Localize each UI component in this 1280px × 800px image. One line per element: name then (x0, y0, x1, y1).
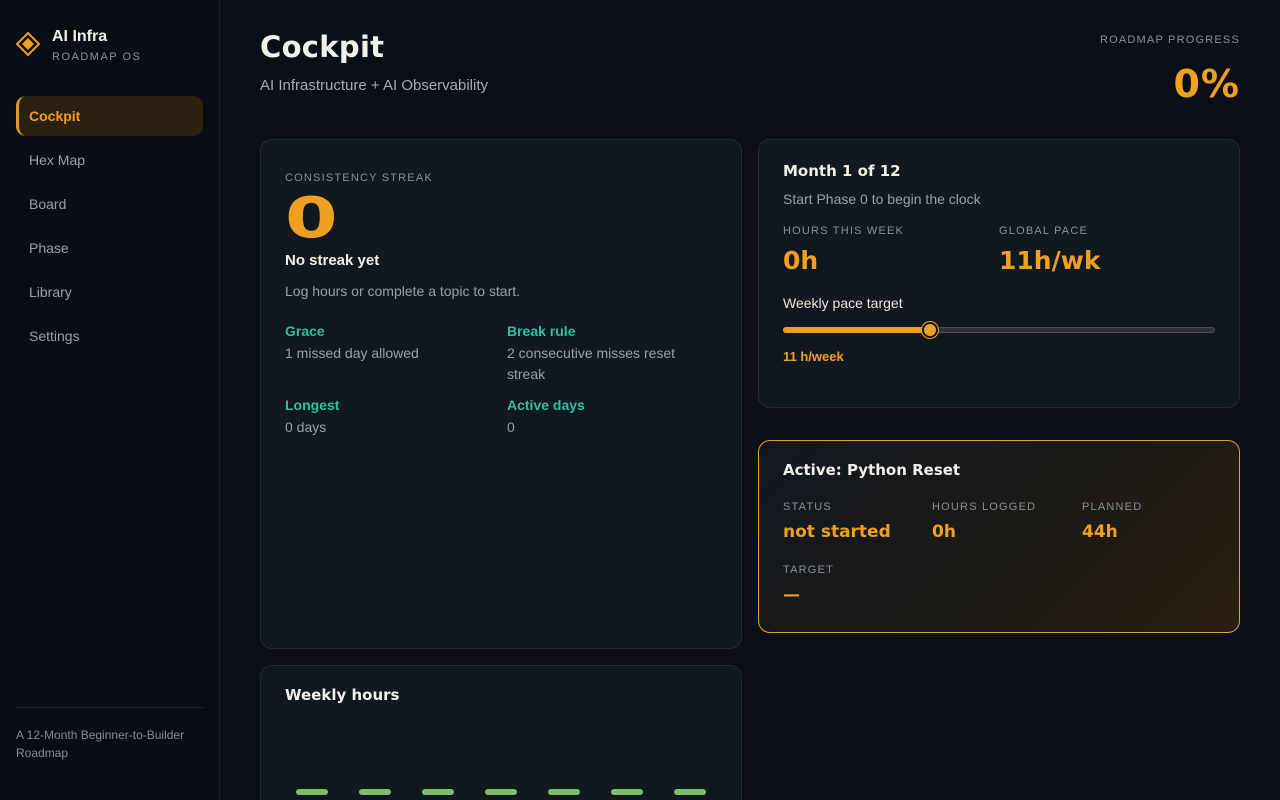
app-root: AI Infra ROADMAP OS Cockpit Hex Map Boar… (0, 0, 1280, 800)
streak-break-rule-key: Break rule (507, 323, 576, 339)
page-title: Cockpit (260, 30, 385, 64)
global-pace: GLOBAL PACE 11h/wk (999, 225, 1215, 275)
streak-description: Log hours or complete a topic to start. (285, 283, 521, 299)
active-planned-label: PLANNED (1082, 501, 1143, 513)
streak-longest-value: 0 days (285, 419, 327, 435)
streak-card: CONSISTENCY STREAK 0 No streak yet Log h… (260, 139, 742, 649)
sidebar-item-settings[interactable]: Settings (16, 316, 203, 356)
sidebar-item-cockpit[interactable]: Cockpit (16, 96, 203, 136)
streak-longest-key: Longest (285, 397, 340, 413)
streak-grace-key: Grace (285, 323, 325, 339)
diamond-logo-icon (16, 32, 40, 56)
streak-grace: Grace 1 missed day allowed (285, 323, 507, 385)
sidebar-item-hex-map[interactable]: Hex Map (16, 140, 203, 180)
slider-thumb[interactable] (921, 322, 938, 338)
streak-grace-value: 1 missed day allowed (285, 345, 419, 361)
weekly-hours-card: Weekly hours (260, 665, 742, 800)
roadmap-progress-label: ROADMAP PROGRESS (1099, 34, 1240, 46)
global-pace-label: GLOBAL PACE (999, 225, 1089, 237)
global-pace-value: 11h/wk (999, 246, 1101, 275)
weekly-hours-bars (261, 666, 741, 800)
streak-details: Grace 1 missed day allowed Break rule 2 … (285, 323, 717, 438)
weekly-pace-label: Weekly pace target (783, 295, 903, 311)
streak-break-rule-value: 2 consecutive misses reset streak (507, 345, 676, 382)
hours-this-week-label: HOURS THIS WEEK (783, 225, 905, 237)
weekly-hours-bar (674, 789, 706, 795)
month-title: Month 1 of 12 (783, 162, 901, 180)
brand: AI Infra ROADMAP OS (0, 0, 219, 63)
roadmap-progress-value: 0% (1173, 62, 1240, 106)
month-card: Month 1 of 12 Start Phase 0 to begin the… (758, 139, 1240, 408)
month-stats: HOURS THIS WEEK 0h GLOBAL PACE 11h/wk (783, 225, 1215, 275)
hours-this-week: HOURS THIS WEEK 0h (783, 225, 999, 275)
weekly-hours-bar (422, 789, 454, 795)
slider-fill (783, 327, 930, 333)
weekly-hours-bar (611, 789, 643, 795)
sidebar: AI Infra ROADMAP OS Cockpit Hex Map Boar… (0, 0, 220, 800)
active-target-value: — (783, 585, 800, 605)
streak-active-days: Active days 0 (507, 397, 717, 438)
streak-longest: Longest 0 days (285, 397, 507, 438)
hours-this-week-value: 0h (783, 246, 819, 275)
sidebar-item-library[interactable]: Library (16, 272, 203, 312)
brand-title: AI Infra (52, 28, 108, 45)
active-status-label: STATUS (783, 501, 832, 513)
active-hours-logged-value: 0h (932, 522, 956, 542)
page-subtitle: AI Infrastructure + AI Observability (260, 77, 489, 94)
active-hours-logged-label: HOURS LOGGED (932, 501, 1037, 513)
weekly-hours-bar (548, 789, 580, 795)
streak-title: No streak yet (285, 252, 380, 269)
active-status: STATUS not started (783, 501, 932, 542)
sidebar-footer: A 12-Month Beginner-to-Builder Roadmap (16, 707, 203, 762)
sidebar-nav: Cockpit Hex Map Board Phase Library Sett… (0, 96, 219, 356)
main-content: Cockpit AI Infrastructure + AI Observabi… (220, 0, 1280, 800)
streak-value: 0 (285, 186, 338, 251)
weekly-hours-bar (359, 789, 391, 795)
active-target-label: TARGET (783, 564, 834, 576)
active-topic-title: Active: Python Reset (783, 461, 961, 479)
active-target: TARGET — (783, 564, 932, 605)
weekly-pace-slider[interactable] (783, 322, 1215, 338)
active-planned: PLANNED 44h (1082, 501, 1232, 542)
weekly-hours-bar (296, 789, 328, 795)
streak-active-days-key: Active days (507, 397, 585, 413)
month-subtitle: Start Phase 0 to begin the clock (783, 191, 981, 207)
streak-label: CONSISTENCY STREAK (285, 172, 433, 184)
weekly-hours-bar (485, 789, 517, 795)
sidebar-item-board[interactable]: Board (16, 184, 203, 224)
active-status-value: not started (783, 522, 891, 542)
active-planned-value: 44h (1082, 522, 1118, 542)
active-topic-card[interactable]: Active: Python Reset STATUS not started … (758, 440, 1240, 633)
brand-subtitle: ROADMAP OS (52, 51, 142, 63)
streak-active-days-value: 0 (507, 419, 515, 435)
active-topic-fields: STATUS not started HOURS LOGGED 0h PLANN… (783, 501, 1215, 605)
weekly-pace-value: 11 h/week (783, 349, 844, 364)
sidebar-item-phase[interactable]: Phase (16, 228, 203, 268)
streak-break-rule: Break rule 2 consecutive misses reset st… (507, 323, 717, 385)
active-hours-logged: HOURS LOGGED 0h (932, 501, 1082, 542)
